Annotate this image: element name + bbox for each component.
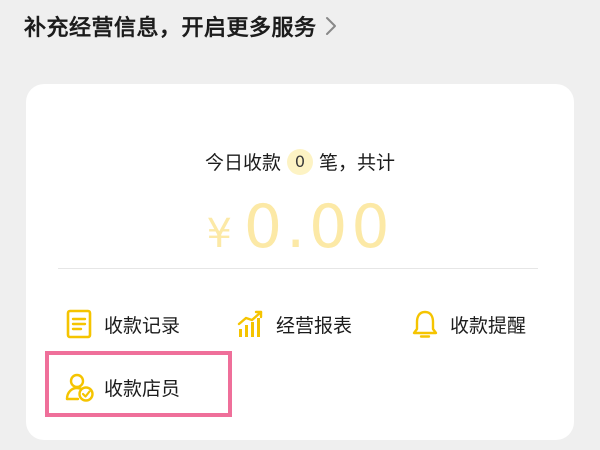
business-report-label: 经营报表: [276, 314, 353, 337]
collection-records-label: 收款记录: [104, 314, 181, 337]
header-title: 补充经营信息，开启更多服务: [24, 16, 317, 41]
today-summary: 今日收款 0 笔，共计: [26, 148, 574, 175]
amount-value: 0.00: [243, 192, 394, 262]
divider: [58, 268, 538, 269]
summary-suffix: 笔，共计: [319, 152, 396, 174]
highlight-box: [45, 351, 232, 417]
currency-symbol: ¥: [206, 211, 232, 257]
chevron-right-icon: [325, 16, 337, 36]
amount-total: ¥ 0.00: [26, 192, 574, 262]
document-icon: [64, 309, 94, 339]
count-badge: 0: [287, 148, 313, 175]
collection-records-button[interactable]: 收款记录: [64, 309, 180, 339]
bell-icon: [410, 309, 440, 339]
business-report-button[interactable]: 经营报表: [236, 309, 352, 339]
summary-prefix: 今日收款: [204, 152, 281, 174]
chart-icon: [236, 309, 266, 339]
collection-reminder-label: 收款提醒: [450, 314, 527, 337]
collection-reminder-button[interactable]: 收款提醒: [410, 309, 526, 339]
complete-business-info-link[interactable]: 补充经营信息，开启更多服务: [24, 6, 337, 46]
